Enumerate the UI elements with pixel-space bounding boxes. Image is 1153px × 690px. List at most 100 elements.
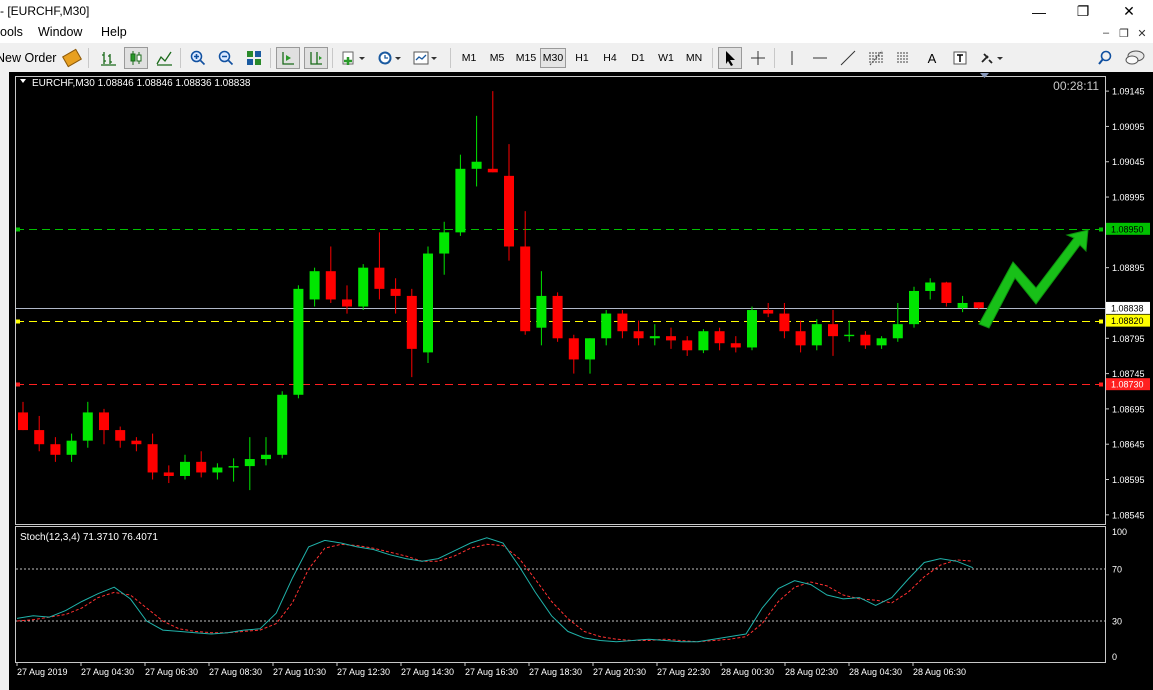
time-tick-label: 28 Aug 02:30 bbox=[785, 667, 838, 677]
price-tick-label: 1.08895 bbox=[1112, 263, 1145, 273]
candle-body bbox=[957, 302, 968, 308]
candle-body bbox=[487, 168, 498, 173]
timeframe-h1-button[interactable]: H1 bbox=[569, 48, 595, 68]
candle-body bbox=[763, 310, 774, 314]
trendline-button[interactable] bbox=[836, 47, 860, 69]
shapes-button[interactable] bbox=[976, 47, 1008, 69]
zoom-out-button[interactable] bbox=[214, 47, 238, 69]
text-button[interactable]: A bbox=[920, 47, 944, 69]
collapse-triangle-icon[interactable] bbox=[20, 79, 26, 83]
search-button[interactable] bbox=[1094, 47, 1116, 69]
chart-shift-marker-icon[interactable] bbox=[980, 73, 989, 78]
candle-body bbox=[876, 338, 887, 346]
time-tick-label: 27 Aug 12:30 bbox=[337, 667, 390, 677]
tile-windows-button[interactable] bbox=[242, 47, 266, 69]
timeframe-w1-button[interactable]: W1 bbox=[653, 48, 679, 68]
zoom-out-icon bbox=[218, 50, 234, 66]
cursor-button[interactable] bbox=[718, 47, 742, 69]
price-level-tag-label: 1.08730 bbox=[1111, 380, 1144, 390]
close-button[interactable]: ✕ bbox=[1106, 0, 1152, 23]
candle-body bbox=[730, 343, 741, 348]
level-anchor-handle bbox=[1099, 382, 1103, 387]
indicators-icon bbox=[342, 51, 365, 65]
menu-tools[interactable]: ools bbox=[0, 25, 23, 39]
cursor-icon bbox=[726, 51, 735, 66]
mdi-minimize-button[interactable]: – bbox=[1098, 26, 1114, 40]
timeframe-m1-button[interactable]: M1 bbox=[456, 48, 482, 68]
timeframe-m30-button[interactable]: M30 bbox=[540, 48, 566, 68]
candle-body bbox=[325, 271, 336, 300]
periods-button[interactable] bbox=[374, 47, 406, 69]
candle-body bbox=[892, 324, 903, 339]
timeframe-d1-button[interactable]: D1 bbox=[625, 48, 651, 68]
candlestick-chart-button[interactable] bbox=[124, 47, 148, 69]
mdi-close-button[interactable]: ✕ bbox=[1134, 26, 1150, 40]
minimize-button[interactable]: — bbox=[1016, 0, 1062, 23]
candle-body bbox=[666, 336, 676, 341]
time-tick-label: 27 Aug 06:30 bbox=[145, 667, 198, 677]
candle-body bbox=[423, 253, 433, 353]
candle-body bbox=[374, 267, 385, 289]
restore-button[interactable]: ❐ bbox=[1060, 0, 1106, 23]
pencil-icon bbox=[62, 48, 83, 68]
timeframe-mn-button[interactable]: MN bbox=[681, 48, 707, 68]
candle-body bbox=[520, 246, 531, 332]
candle-body bbox=[309, 271, 320, 300]
horizontal-line-button[interactable] bbox=[808, 47, 832, 69]
menu-window[interactable]: Window bbox=[38, 25, 82, 39]
chart-shift-icon bbox=[310, 52, 322, 65]
chart-canvas[interactable]: EURCHF,M30 1.08846 1.08846 1.08836 1.088… bbox=[0, 72, 1153, 690]
auto-scroll-button[interactable] bbox=[276, 47, 300, 69]
level-anchor-handle bbox=[1099, 319, 1103, 324]
candle-body bbox=[196, 461, 207, 473]
candle-body bbox=[601, 313, 612, 339]
templates-button[interactable] bbox=[410, 47, 442, 69]
timeframe-m5-button[interactable]: M5 bbox=[484, 48, 510, 68]
price-tick-label: 1.08995 bbox=[1112, 193, 1145, 203]
chart-window[interactable]: EURCHF,M30 1.08846 1.08846 1.08836 1.088… bbox=[0, 72, 1153, 690]
candle-body bbox=[568, 338, 579, 360]
toolbar: New Order M1 M5 M15 M30 H1 H4 D1 W1 MN A bbox=[0, 43, 1153, 73]
fibonacci-button[interactable] bbox=[864, 47, 888, 69]
time-tick-label: 27 Aug 10:30 bbox=[273, 667, 326, 677]
candle-body bbox=[698, 331, 709, 351]
mt4-application-window: - [EURCHF,M30] — ❐ ✕ ools Window Help – … bbox=[0, 0, 1153, 690]
price-tick-label: 1.08545 bbox=[1112, 510, 1145, 520]
text-icon: A bbox=[927, 50, 937, 66]
menu-help[interactable]: Help bbox=[101, 25, 127, 39]
menu-bar: ools Window Help – ❐ ✕ bbox=[0, 23, 1153, 43]
candle-body bbox=[941, 282, 952, 303]
price-tick-label: 1.09095 bbox=[1112, 122, 1145, 132]
candle-body bbox=[390, 288, 401, 296]
candle-body bbox=[925, 282, 936, 291]
vertical-line-button[interactable] bbox=[780, 47, 804, 69]
zoom-in-button[interactable] bbox=[186, 47, 210, 69]
candle-body bbox=[358, 267, 369, 307]
new-order-button[interactable]: New Order bbox=[0, 47, 83, 69]
timeframe-m15-button[interactable]: M15 bbox=[512, 48, 540, 68]
vertical-line-icon bbox=[791, 51, 793, 65]
chat-icon bbox=[1125, 50, 1145, 65]
indicators-button[interactable] bbox=[338, 47, 370, 69]
shapes-icon bbox=[981, 53, 1003, 64]
time-tick-label: 28 Aug 06:30 bbox=[913, 667, 966, 677]
crosshair-button[interactable] bbox=[746, 47, 770, 69]
candle-body bbox=[50, 444, 61, 455]
stoch-signal-line bbox=[16, 543, 973, 643]
crosshair-icon bbox=[751, 51, 765, 65]
text-label-button[interactable] bbox=[948, 47, 972, 69]
fibonacci-fan-button[interactable] bbox=[892, 47, 916, 69]
bar-chart-button[interactable] bbox=[96, 47, 120, 69]
candle-body bbox=[406, 295, 417, 349]
candle-body bbox=[860, 334, 871, 346]
mdi-restore-button[interactable]: ❐ bbox=[1116, 26, 1132, 40]
candle-body bbox=[455, 168, 466, 233]
line-chart-button[interactable] bbox=[152, 47, 176, 69]
stoch-tick-label: 70 bbox=[1112, 565, 1122, 575]
chart-shift-button[interactable] bbox=[304, 47, 328, 69]
timeframe-h4-button[interactable]: H4 bbox=[597, 48, 623, 68]
time-tick-label: 28 Aug 04:30 bbox=[849, 667, 902, 677]
candle-body bbox=[34, 430, 45, 445]
stoch-tick-label: 30 bbox=[1112, 617, 1122, 627]
chat-button[interactable] bbox=[1122, 47, 1148, 69]
